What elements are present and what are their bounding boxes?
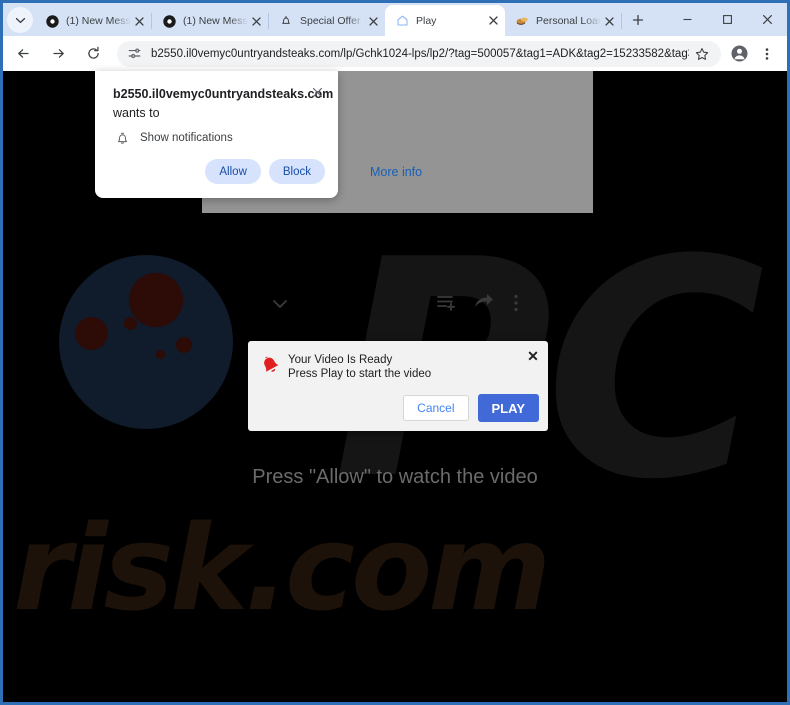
share-icon[interactable] xyxy=(473,292,495,314)
video-dialog-subtitle: Press Play to start the video xyxy=(288,368,432,380)
video-ready-dialog: Your Video Is Ready Press Play to start … xyxy=(248,341,548,431)
tab-title: Personal Loans xyxy=(536,15,601,27)
three-dot-menu-icon[interactable] xyxy=(753,40,781,68)
block-button[interactable]: Block xyxy=(268,159,325,184)
reload-button[interactable] xyxy=(78,39,108,69)
permission-label: Show notifications xyxy=(140,132,233,144)
close-icon[interactable]: ✕ xyxy=(525,348,541,364)
video-dialog-buttons: Cancel PLAY xyxy=(403,394,539,422)
tab-close-icon[interactable] xyxy=(365,13,381,29)
tab-separator xyxy=(621,13,622,29)
star-icon[interactable] xyxy=(691,43,713,65)
tab-personal-loans[interactable]: Personal Loans xyxy=(505,6,621,36)
tab-new-message-2[interactable]: (1) New Messag xyxy=(152,6,268,36)
tab-play[interactable]: Play xyxy=(385,5,505,36)
bell-outline-favicon xyxy=(279,14,293,28)
window-minimize-button[interactable] xyxy=(667,4,707,35)
tab-special-offer[interactable]: Special Offer | V xyxy=(269,6,385,36)
address-bar[interactable]: b2550.il0vemyc0untryandsteaks.com/lp/Gch… xyxy=(117,40,721,67)
cancel-button[interactable]: Cancel xyxy=(403,395,469,421)
notification-permission-prompt: b2550.il0vemyc0untryandsteaks.com wants … xyxy=(95,71,338,198)
more-options-icon[interactable] xyxy=(507,292,525,314)
tab-title: Play xyxy=(416,14,437,27)
video-dialog-title: Your Video Is Ready xyxy=(288,354,393,366)
browser-window: (1) New Messag (1) New Messag xyxy=(0,0,790,705)
save-to-playlist-icon[interactable] xyxy=(436,292,458,314)
permission-title: b2550.il0vemyc0untryandsteaks.com wants … xyxy=(113,85,333,123)
house-outline-favicon xyxy=(395,14,409,28)
player-controls xyxy=(193,289,593,317)
video-dialog-text: Your Video Is Ready Press Play to start … xyxy=(288,353,431,381)
url-text: b2550.il0vemyc0untryandsteaks.com/lp/Gch… xyxy=(151,47,689,60)
tune-site-settings-icon[interactable] xyxy=(126,45,143,62)
tab-close-icon[interactable] xyxy=(601,13,617,29)
allow-button[interactable]: Allow xyxy=(205,159,261,184)
play-button[interactable]: PLAY xyxy=(477,394,539,422)
tab-search-chevron-down-icon[interactable] xyxy=(7,7,33,33)
bell-icon xyxy=(113,129,131,147)
tab-title: (1) New Messag xyxy=(183,15,248,27)
tab-title: Special Offer | V xyxy=(300,15,365,27)
dark-circle-favicon xyxy=(162,14,176,28)
permission-row: Show notifications xyxy=(113,129,233,147)
account-avatar-icon[interactable] xyxy=(725,40,753,68)
tab-strip: (1) New Messag (1) New Messag xyxy=(3,3,787,36)
window-controls xyxy=(667,3,787,36)
tab-new-message-1[interactable]: (1) New Messag xyxy=(35,6,151,36)
tab-title: (1) New Messag xyxy=(66,15,131,27)
forward-button[interactable] xyxy=(43,39,73,69)
window-maximize-button[interactable] xyxy=(707,4,747,35)
permission-title-suffix: wants to xyxy=(113,106,160,120)
browser-toolbar: b2550.il0vemyc0untryandsteaks.com/lp/Gch… xyxy=(3,36,787,71)
window-close-button[interactable] xyxy=(747,4,787,35)
close-icon[interactable] xyxy=(308,83,326,101)
dark-circle-favicon xyxy=(45,14,59,28)
tab-close-icon[interactable] xyxy=(248,13,264,29)
tab-close-icon[interactable] xyxy=(131,13,147,29)
watermark-risk: risk.com xyxy=(13,499,551,637)
video-thumbnail-graphic xyxy=(59,255,233,429)
new-tab-button[interactable] xyxy=(625,7,651,33)
tab-close-icon[interactable] xyxy=(485,13,501,29)
coins-favicon xyxy=(515,14,529,28)
permission-buttons: Allow Block xyxy=(205,159,325,184)
more-info-link[interactable]: More info xyxy=(370,165,422,179)
chevron-down-icon[interactable] xyxy=(269,293,291,315)
permission-origin: b2550.il0vemyc0untryandsteaks.com xyxy=(113,87,334,101)
red-bell-icon xyxy=(258,353,284,379)
back-button[interactable] xyxy=(8,39,38,69)
allow-hint-text: Press "Allow" to watch the video xyxy=(252,466,538,488)
